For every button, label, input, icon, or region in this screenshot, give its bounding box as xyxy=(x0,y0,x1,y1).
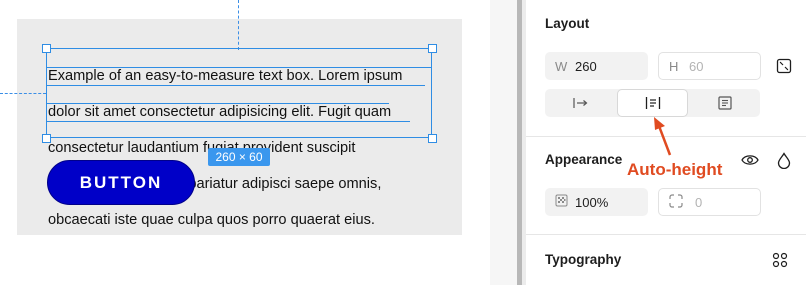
line-baseline xyxy=(47,121,410,122)
opacity-value: 100% xyxy=(575,194,609,210)
opacity-field[interactable]: 100% xyxy=(545,188,648,216)
corner-radius-value: 0 xyxy=(695,194,703,210)
canvas-button[interactable]: BUTTON xyxy=(47,160,195,205)
vertical-guide xyxy=(238,0,239,50)
resize-handle-top-left[interactable] xyxy=(42,44,51,53)
width-value: 260 xyxy=(575,58,597,74)
section-divider xyxy=(526,234,806,235)
text-styles-grid-icon[interactable] xyxy=(770,250,790,270)
opacity-icon xyxy=(555,194,575,210)
text-line: Example of an easy-to-measure text box. … xyxy=(48,68,403,84)
auto-width-icon xyxy=(572,98,587,108)
line-baseline xyxy=(47,85,425,86)
auto-width-option[interactable] xyxy=(545,89,616,117)
text-line: dolor sit amet consectetur adipisicing e… xyxy=(48,104,392,120)
line-baseline xyxy=(47,103,389,104)
section-divider xyxy=(526,136,806,137)
fixed-size-option[interactable] xyxy=(689,89,760,117)
height-label: H xyxy=(669,58,679,74)
corner-radius-icon xyxy=(669,193,689,211)
typography-section-title: Typography xyxy=(545,252,622,267)
width-label: W xyxy=(555,58,568,74)
auto-height-option[interactable] xyxy=(617,89,688,117)
visibility-eye-icon[interactable] xyxy=(740,150,760,170)
resize-handle-bottom-right[interactable] xyxy=(428,134,437,143)
blend-mode-drop-icon[interactable] xyxy=(774,150,794,170)
size-badge: 260 × 60 xyxy=(208,148,270,166)
resize-handle-bottom-left[interactable] xyxy=(42,134,51,143)
height-field[interactable]: H 60 xyxy=(658,52,761,80)
layout-section-title: Layout xyxy=(545,16,590,31)
resize-to-fit-icon[interactable] xyxy=(774,56,794,76)
properties-panel xyxy=(522,0,806,285)
fixed-size-icon xyxy=(717,96,732,110)
annotation-label: Auto-height xyxy=(627,160,723,179)
appearance-section-title: Appearance xyxy=(545,152,623,167)
text-box-selected[interactable]: Example of an easy-to-measure text box. … xyxy=(46,48,432,228)
width-field[interactable]: W 260 xyxy=(545,52,648,80)
text-resize-mode-control xyxy=(545,89,760,117)
corner-radius-field[interactable]: 0 xyxy=(658,188,761,216)
line-baseline xyxy=(47,67,432,68)
resize-handle-top-right[interactable] xyxy=(428,44,437,53)
canvas-gutter xyxy=(490,0,517,285)
horizontal-guide xyxy=(0,93,46,94)
height-value: 60 xyxy=(689,58,704,74)
text-line: obcaecati iste quae culpa quos porro qua… xyxy=(48,212,375,228)
auto-height-icon xyxy=(645,97,660,109)
design-canvas[interactable]: Example of an easy-to-measure text box. … xyxy=(0,0,490,285)
